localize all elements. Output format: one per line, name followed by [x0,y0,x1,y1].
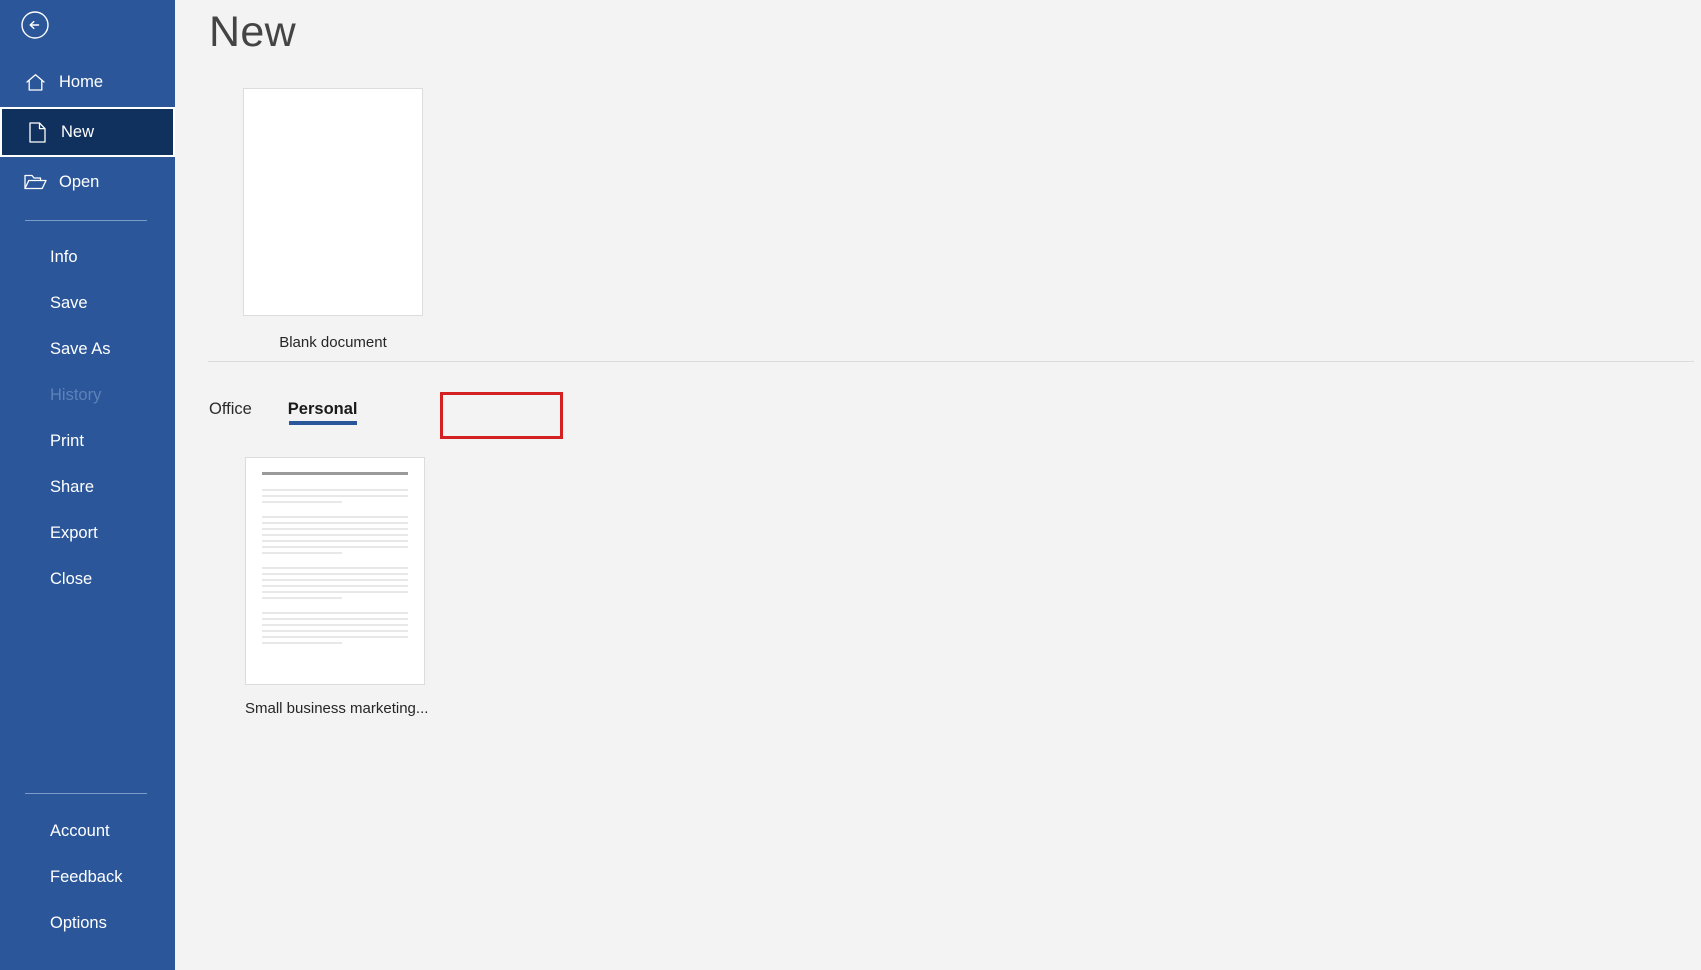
tab-active-underline [288,421,357,425]
sidebar-item-save[interactable]: Save [0,280,175,326]
doc-preview-line [262,579,408,581]
word-backstage-new-screen: Home New Open Info Save Save As History … [0,0,1701,970]
sidebar-item-label-export: Export [50,523,98,542]
open-folder-icon [22,171,48,193]
doc-preview-line [262,546,408,548]
sidebar-item-export[interactable]: Export [0,510,175,556]
tab-office[interactable]: Office [209,392,262,425]
doc-preview-line [262,636,408,638]
sidebar-item-open[interactable]: Open [0,157,175,207]
doc-preview-gap [262,603,408,612]
personal-template-thumbnail[interactable] [245,457,425,685]
doc-preview-line [262,552,343,554]
blank-document-thumbnail[interactable] [243,88,423,316]
doc-preview-gap [262,558,408,567]
doc-preview-line [262,516,408,518]
doc-preview-line [262,612,408,614]
sidebar-item-history: History [0,372,175,418]
personal-template-caption: Small business marketing... [245,700,429,717]
sidebar-divider-bottom [25,793,147,794]
doc-preview-gap [262,507,408,516]
sidebar-primary-nav: Home New Open Info Save Save As History … [0,57,175,602]
doc-preview-line [262,573,408,575]
doc-preview-line [262,567,408,569]
doc-preview-line [262,522,408,524]
doc-preview-line [262,642,343,644]
sidebar-item-label-close: Close [50,569,93,588]
doc-preview-heading-line [262,472,408,475]
sidebar-item-new[interactable]: New [0,107,175,157]
template-card-personal[interactable]: Small business marketing... [245,457,429,717]
sidebar-item-label-history: History [50,385,102,404]
doc-preview-line [262,489,408,491]
doc-preview-line [262,624,408,626]
sidebar-divider-top [25,220,147,221]
doc-preview-line [262,597,343,599]
sidebar-item-account[interactable]: Account [0,808,175,854]
tab-personal-wrapper: Personal [262,392,384,425]
template-category-tabs: Office Personal [209,392,384,425]
backstage-sidebar: Home New Open Info Save Save As History … [0,0,175,970]
sidebar-item-label-options: Options [50,913,107,932]
doc-preview-line [262,540,408,542]
doc-preview-line [262,495,408,497]
sidebar-item-label-account: Account [50,821,110,840]
tab-label-personal: Personal [287,400,358,418]
personal-template-preview-content [262,472,408,678]
sidebar-item-feedback[interactable]: Feedback [0,854,175,900]
blank-document-caption: Blank document [279,334,387,351]
sidebar-item-label-home: Home [59,72,104,91]
doc-preview-line [262,534,408,536]
doc-preview-line [262,618,408,620]
sidebar-item-label-save-as: Save As [50,339,111,358]
section-separator [208,361,1694,362]
sidebar-item-label-open: Open [59,172,100,191]
sidebar-item-label-info: Info [50,247,78,266]
page-title: New [209,8,296,56]
sidebar-item-options[interactable]: Options [0,900,175,946]
tab-label-office: Office [209,400,252,418]
doc-preview-line [262,630,408,632]
doc-preview-line [262,528,408,530]
sidebar-bottom-nav: Account Feedback Options [0,793,175,946]
doc-preview-line [262,591,408,593]
sidebar-item-label-feedback: Feedback [50,867,123,886]
back-button[interactable] [18,8,52,42]
sidebar-item-print[interactable]: Print [0,418,175,464]
annotation-highlight-rectangle [440,392,563,439]
home-icon [22,71,48,93]
backstage-main-pane: New Blank document Office Personal Small… [175,0,1701,970]
sidebar-item-label-share: Share [50,477,95,496]
sidebar-item-info[interactable]: Info [0,234,175,280]
doc-preview-line [262,501,343,503]
sidebar-item-home[interactable]: Home [0,57,175,107]
sidebar-item-share[interactable]: Share [0,464,175,510]
sidebar-item-save-as[interactable]: Save As [0,326,175,372]
sidebar-item-label-new: New [61,122,95,141]
sidebar-item-label-print: Print [50,431,84,450]
template-card-blank-document[interactable]: Blank document [243,88,423,351]
sidebar-item-close[interactable]: Close [0,556,175,602]
sidebar-item-label-save: Save [50,293,88,312]
new-document-icon [24,121,50,143]
back-arrow-icon [21,11,49,39]
doc-preview-line [262,585,408,587]
